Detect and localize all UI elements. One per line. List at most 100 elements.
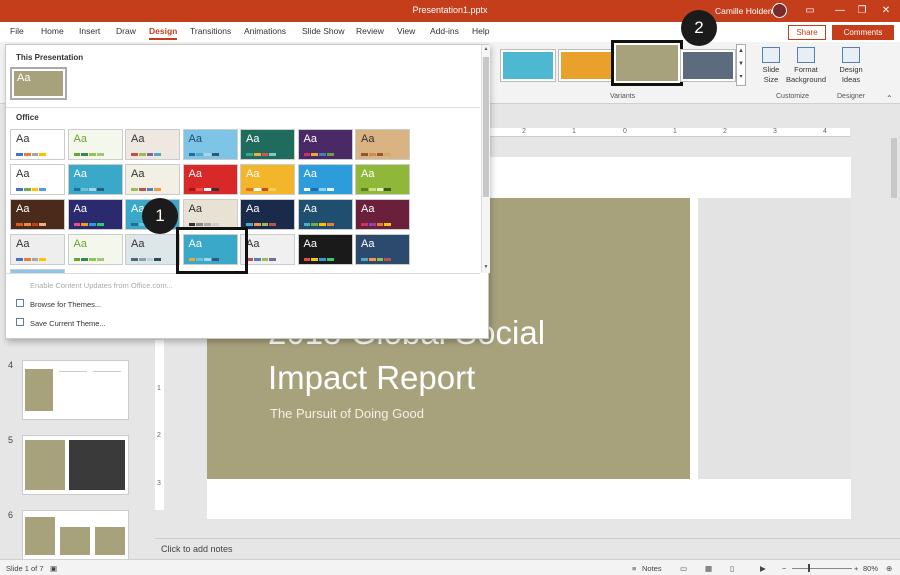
theme-thumb[interactable]: Aa [355, 129, 410, 160]
color-swatch [311, 223, 318, 226]
theme-thumb[interactable]: Aa [182, 129, 238, 160]
format-background-label: Format Background [785, 65, 827, 84]
theme-thumb[interactable]: Aa [125, 234, 180, 265]
variants-scroll[interactable]: ▲ ▼ ▾ [736, 44, 746, 86]
share-button[interactable]: Share [788, 25, 826, 40]
color-swatch [146, 188, 154, 191]
theme-color-bars [303, 188, 334, 191]
format-background-button[interactable]: Format Background [785, 47, 827, 85]
theme-thumb[interactable]: Aa [240, 129, 295, 160]
minimize-button[interactable]: — [830, 3, 850, 19]
variant-1[interactable] [500, 49, 556, 82]
collapse-ribbon-icon[interactable]: ⌃ [886, 94, 893, 103]
theme-thumb[interactable]: Aa [355, 234, 410, 265]
theme-thumb[interactable]: Aa [297, 199, 353, 230]
theme-thumb[interactable]: Aa [10, 234, 65, 265]
browse-for-themes[interactable]: Browse for Themes... [30, 300, 101, 309]
avatar[interactable] [772, 3, 787, 18]
ribbon-display-icon[interactable]: ▭ [800, 3, 820, 19]
theme-thumb[interactable]: Aa [67, 199, 123, 230]
close-button[interactable]: ✕ [876, 3, 896, 19]
theme-thumb[interactable]: Aa [297, 234, 353, 265]
design-ideas-button[interactable]: Design Ideas [836, 47, 866, 85]
color-swatch [196, 153, 203, 156]
save-current-theme[interactable]: Save Current Theme... [30, 319, 106, 328]
vertical-ruler: 1 2 3 [155, 340, 164, 510]
slide-subtitle[interactable]: The Pursuit of Doing Good [270, 406, 424, 421]
theme-thumb[interactable]: Aa [182, 199, 238, 230]
tab-help[interactable]: Help [472, 26, 489, 36]
tab-add-ins[interactable]: Add-ins [430, 26, 459, 36]
color-swatch [211, 153, 219, 156]
theme-thumb[interactable]: Aa [355, 199, 410, 230]
tab-draw[interactable]: Draw [116, 26, 136, 36]
zoom-level[interactable]: 80% [863, 564, 878, 573]
slideshow-icon[interactable]: ▶ [760, 564, 766, 573]
zoom-slider-handle[interactable] [808, 564, 810, 572]
theme-thumb[interactable]: Aa [240, 199, 295, 230]
slide-thumbnail-6[interactable] [22, 510, 129, 560]
theme-thumb[interactable]: Aa [125, 129, 180, 160]
theme-thumb[interactable]: Aa [10, 199, 65, 230]
color-swatch [188, 223, 196, 226]
theme-thumb[interactable]: Aa [67, 164, 123, 195]
notes-button[interactable]: Notes [642, 564, 662, 573]
theme-color-bars [131, 153, 161, 156]
color-swatch [319, 258, 326, 261]
scroll-thumb[interactable] [891, 138, 897, 198]
fit-slide-icon[interactable]: ⊕ [886, 564, 892, 573]
theme-thumb[interactable]: Aa [67, 234, 123, 265]
variant-2[interactable] [558, 49, 614, 82]
theme-thumb[interactable]: Aa [67, 129, 123, 160]
theme-color-bars [361, 188, 391, 191]
theme-thumb[interactable]: Aa [297, 129, 353, 160]
zoom-in-icon[interactable]: + [854, 564, 858, 573]
restore-button[interactable]: ❐ [852, 3, 872, 19]
tab-transitions[interactable]: Transitions [190, 26, 231, 36]
slide-size-button[interactable]: Slide Size [757, 47, 785, 85]
tab-slide-show[interactable]: Slide Show [302, 26, 345, 36]
variant-4[interactable] [680, 49, 736, 82]
zoom-slider[interactable] [792, 568, 852, 569]
tab-review[interactable]: Review [356, 26, 384, 36]
theme-thumb[interactable]: Aa [10, 129, 65, 160]
tab-animations[interactable]: Animations [244, 26, 286, 36]
gallery-scroll-thumb[interactable] [483, 57, 489, 197]
slide-thumbnail-5[interactable] [22, 435, 129, 495]
tab-insert[interactable]: Insert [79, 26, 100, 36]
theme-thumb[interactable]: Aa [10, 164, 65, 195]
theme-aa: Aa [361, 133, 375, 145]
theme-thumb[interactable]: Aa [297, 164, 353, 195]
tab-view[interactable]: View [397, 26, 415, 36]
slide-thumbnail-4[interactable] [22, 360, 129, 420]
accessibility-icon[interactable]: ▣ [50, 564, 57, 573]
theme-thumb[interactable]: Aa [355, 164, 410, 195]
theme-color-bars [246, 153, 276, 156]
theme-thumb[interactable]: Aa [240, 234, 295, 265]
color-swatch [16, 223, 23, 226]
notes-icon[interactable]: ≡ [632, 564, 636, 573]
theme-color-bars [131, 258, 161, 261]
theme-thumb[interactable]: Aa [240, 164, 295, 195]
notes-pane[interactable]: Click to add notes [155, 538, 900, 559]
tab-design[interactable]: Design [149, 26, 178, 40]
reading-view-icon[interactable]: ▯ [730, 564, 734, 573]
zoom-out-icon[interactable]: − [782, 564, 786, 573]
tab-file[interactable]: File [10, 26, 24, 36]
gallery-scrollbar[interactable]: ▲ ▼ [481, 45, 490, 273]
user-name[interactable]: Camille Holden [715, 6, 773, 16]
theme-color-bars [303, 223, 334, 226]
color-swatch [39, 188, 46, 191]
theme-thumb[interactable]: Aa [125, 164, 180, 195]
scroll-down-icon[interactable]: ▼ [482, 263, 490, 272]
editor-scrollbar[interactable] [888, 128, 900, 558]
scroll-up-icon[interactable]: ▲ [482, 45, 490, 54]
color-swatch [81, 223, 88, 226]
variant-3[interactable] [611, 40, 683, 86]
theme-thumb[interactable]: Aa [182, 164, 238, 195]
slide-sorter-icon[interactable]: ▦ [705, 564, 712, 573]
comments-button[interactable]: Comments [832, 25, 894, 40]
theme-aa: Aa [188, 203, 202, 215]
normal-view-icon[interactable]: ▭ [680, 564, 687, 573]
tab-home[interactable]: Home [41, 26, 64, 36]
